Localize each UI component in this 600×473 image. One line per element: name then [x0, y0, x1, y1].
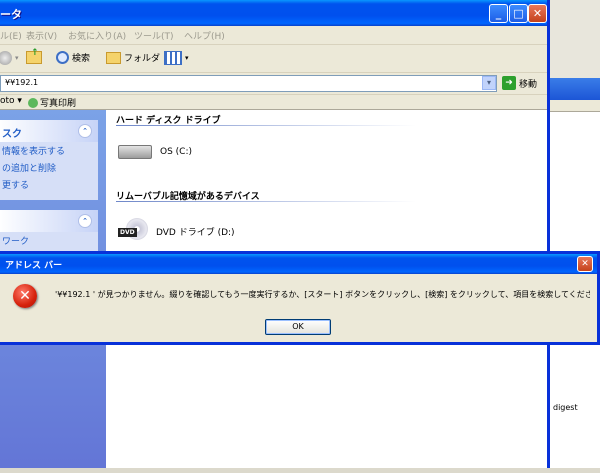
views-button[interactable]: ▾ [164, 51, 189, 65]
up-folder-icon: ↑ [26, 48, 42, 64]
photo-print-link[interactable]: 写真印刷 [28, 96, 76, 109]
menu-view[interactable]: 表示(V) [26, 29, 57, 42]
task-link-add-remove[interactable]: の追加と削除 [0, 159, 98, 176]
forward-button[interactable]: ▾ [0, 51, 19, 65]
search-button[interactable]: 検索 [56, 51, 90, 64]
system-tasks-box: スク ⌃ 情報を表示する の追加と削除 更する [0, 120, 98, 200]
explorer-titlebar[interactable]: ータ _ □ ✕ [0, 0, 547, 26]
drive-d-label: DVD ドライブ (D:) [156, 227, 235, 238]
go-label: 移動 [519, 79, 538, 90]
bottom-edge [0, 468, 600, 473]
collapse-chevron-icon[interactable]: ⌃ [78, 214, 92, 228]
forward-arrow-icon [0, 51, 12, 65]
background-window-toolbar [549, 100, 600, 112]
address-bar: ¥¥192.1 ▾ ➜ 移動 [0, 73, 547, 95]
other-places-box: ⌃ ワーク [0, 210, 98, 255]
system-tasks-header[interactable]: スク ⌃ [0, 120, 98, 142]
task-link-network[interactable]: ワーク [0, 232, 98, 249]
error-dialog: アドレス バー ✕ ✕ '¥¥192.1 ' が見つかりません。綴りを確認しても… [0, 251, 600, 345]
task-link-change[interactable]: 更する [0, 176, 98, 193]
links-bar: oto ▾ 写真印刷 [0, 95, 547, 110]
explorer-window: ータ _ □ ✕ ル(E) 表示(V) お気に入り(A) ツール(T) ヘルプ(… [0, 0, 550, 473]
menu-favorites[interactable]: お気に入り(A) [68, 29, 126, 42]
hard-drive-icon [118, 145, 152, 159]
window-title: ータ [0, 8, 22, 21]
menu-bar: ル(E) 表示(V) お気に入り(A) ツール(T) ヘルプ(H) [0, 26, 547, 66]
go-arrow-icon: ➜ [502, 76, 516, 90]
dialog-close-button[interactable]: ✕ [577, 256, 593, 272]
photo-print-label: 写真印刷 [40, 99, 77, 109]
search-icon [56, 51, 69, 64]
dialog-title: アドレス バー [5, 261, 63, 271]
address-input[interactable]: ¥¥192.1 [0, 75, 497, 92]
dialog-titlebar[interactable]: アドレス バー ✕ [0, 254, 597, 274]
print-icon [28, 97, 38, 108]
folder-icon [106, 51, 121, 64]
folders-label: フォルダ [124, 54, 161, 64]
collapse-chevron-icon[interactable]: ⌃ [78, 124, 92, 138]
task-link-view-info[interactable]: 情報を表示する [0, 142, 98, 159]
maximize-button[interactable]: □ [509, 4, 528, 23]
up-folder-button[interactable]: ↑ [26, 48, 42, 64]
other-places-header[interactable]: ⌃ [0, 210, 98, 232]
views-icon [164, 51, 182, 65]
error-message: '¥¥192.1 ' が見つかりません。綴りを確認してもう一度実行するか、[スタ… [55, 290, 590, 299]
folders-button[interactable]: フォルダ [106, 51, 160, 64]
search-label: 検索 [72, 54, 91, 64]
background-window-titlebar [549, 78, 600, 100]
menu-help[interactable]: ヘルプ(H) [184, 29, 225, 42]
menu-edit[interactable]: ル(E) [0, 29, 22, 42]
drive-c[interactable]: OS (C:) [118, 145, 192, 159]
system-tasks-title: スク [2, 129, 22, 140]
go-button[interactable]: ➜ 移動 [502, 76, 537, 90]
address-dropdown-button[interactable]: ▾ [482, 76, 496, 90]
ok-button[interactable]: OK [265, 319, 331, 335]
background-window-text: digest [553, 403, 578, 412]
minimize-button[interactable]: _ [489, 4, 508, 23]
error-icon: ✕ [13, 284, 37, 308]
menu-tools[interactable]: ツール(T) [134, 29, 174, 42]
hdd-section-divider [116, 125, 416, 126]
drive-d[interactable]: DVD DVD ドライブ (D:) [118, 218, 235, 244]
removable-section-divider [116, 201, 416, 202]
standard-toolbar: ▾ ↑ 検索 フォルダ ▾ [0, 45, 547, 73]
photo-link[interactable]: oto ▾ [0, 96, 22, 106]
dvd-drive-icon: DVD [118, 218, 148, 244]
drive-c-label: OS (C:) [160, 147, 192, 157]
close-button[interactable]: ✕ [528, 4, 547, 23]
